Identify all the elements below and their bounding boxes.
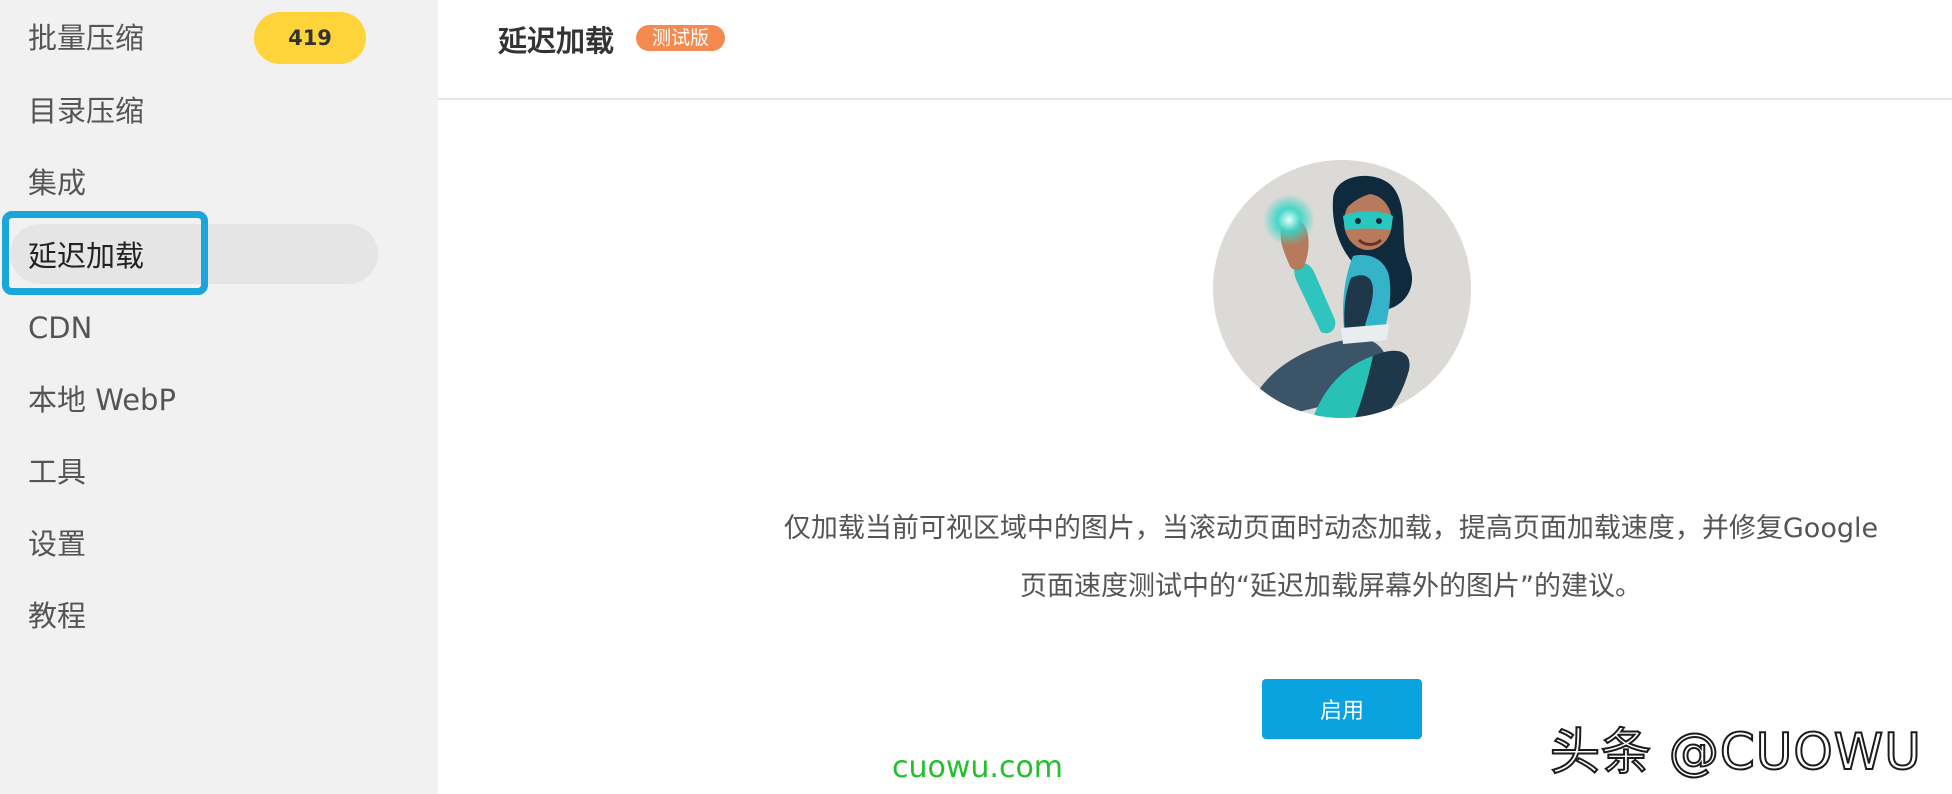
enable-button[interactable]: 启用 [1262, 679, 1422, 739]
sidebar: 批量压缩 419 目录压缩 集成 延迟加载 CDN 本地 WebP 工具 设置 … [0, 0, 438, 794]
watermark-brand: 头条 @CUOWU [1549, 722, 1922, 782]
sidebar-item-label: 工具 [28, 455, 87, 489]
sidebar-item-label: 设置 [28, 527, 87, 561]
watermark-url: cuowu.com [892, 750, 1064, 785]
sidebar-item-batch-compress[interactable]: 批量压缩 [28, 8, 144, 68]
sidebar-item-tools[interactable]: 工具 [28, 442, 86, 502]
sidebar-item-local-webp[interactable]: 本地 WebP [28, 370, 176, 430]
highlight-box [2, 211, 208, 295]
sidebar-item-tutorial[interactable]: 教程 [28, 586, 86, 646]
page-title: 延迟加载 [498, 24, 615, 58]
sidebar-item-label: 集成 [28, 166, 87, 200]
feature-description: 仅加载当前可视区域中的图片，当滚动页面时动态加载，提高页面加载速度，并修复Goo… [720, 500, 1942, 616]
superhero-avatar-icon [1213, 160, 1471, 418]
sidebar-item-integration[interactable]: 集成 [28, 153, 86, 213]
page-header: 延迟加载 测试版 [438, 0, 1952, 100]
description-line: 页面速度测试中的“延迟加载屏幕外的图片”的建议。 [1020, 571, 1642, 602]
beta-badge: 测试版 [636, 25, 726, 51]
description-line: 仅加载当前可视区域中的图片，当滚动页面时动态加载，提高页面加载速度，并修复Goo… [783, 513, 1879, 544]
sidebar-item-label: 目录压缩 [28, 94, 145, 128]
sidebar-item-label: CDN [28, 311, 93, 345]
sidebar-item-cdn[interactable]: CDN [28, 298, 92, 358]
sidebar-item-label: 批量压缩 [28, 21, 145, 55]
count-badge: 419 [254, 12, 366, 64]
sidebar-item-label: 教程 [28, 599, 87, 633]
sidebar-item-settings[interactable]: 设置 [28, 514, 86, 574]
sidebar-item-directory-compress[interactable]: 目录压缩 [28, 81, 144, 141]
sidebar-item-label: 本地 WebP [28, 383, 176, 417]
